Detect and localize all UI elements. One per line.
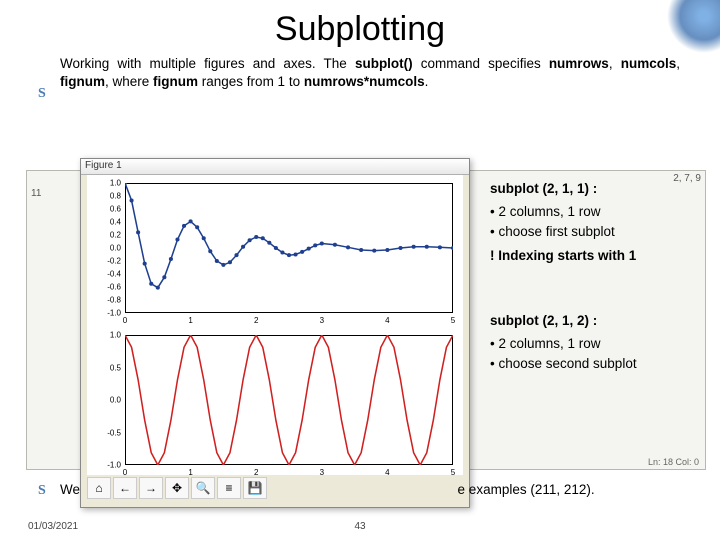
- bullet-icon: S: [38, 483, 46, 499]
- y-tick: 0.8: [99, 192, 121, 201]
- figure-titlebar: Figure 1: [81, 159, 469, 175]
- x-tick: 5: [451, 316, 455, 325]
- slide-title: Subplotting: [0, 0, 720, 55]
- para2-prefix: We: [60, 482, 80, 497]
- y-tick: 0.4: [99, 218, 121, 227]
- y-tick: -0.6: [99, 283, 121, 292]
- x-tick: 5: [451, 468, 455, 477]
- ann-subplot1-heading: subplot (2, 1, 1) :: [490, 180, 700, 198]
- ann-subplot1-row: • 2 columns, 1 row: [490, 203, 700, 221]
- para2-suffix: e examples (211, 212).: [458, 482, 595, 497]
- ann-subplot2-row: • 2 columns, 1 row: [490, 335, 700, 353]
- y-tick: -1.0: [99, 461, 121, 470]
- x-tick: 3: [320, 468, 324, 477]
- ann-subplot2-choose: • choose second subplot: [490, 355, 700, 373]
- subplot-1: -1.0-0.8-0.6-0.4-0.20.00.20.40.60.81.0 0…: [125, 183, 453, 313]
- x-tick: 1: [188, 468, 192, 477]
- bg-status: Ln: 18 Col: 0: [648, 457, 699, 467]
- y-tick: 0.2: [99, 231, 121, 240]
- y-tick: 1.0: [99, 331, 121, 340]
- x-tick: 0: [123, 468, 127, 477]
- ann-subplot1-choose: • choose first subplot: [490, 223, 700, 241]
- y-tick: 0.5: [99, 363, 121, 372]
- y-tick: 0.0: [99, 244, 121, 253]
- y-tick: -1.0: [99, 309, 121, 318]
- ann-subplot1-warn: ! Indexing starts with 1: [490, 247, 700, 265]
- subplot-2: -1.0-0.50.00.51.0 012345: [125, 335, 453, 465]
- footer-date: 01/03/2021: [28, 521, 78, 532]
- slide-footer: 01/03/2021 43: [28, 521, 692, 532]
- x-tick: 0: [123, 316, 127, 325]
- x-tick: 1: [188, 316, 192, 325]
- paragraph-1: Working with multiple figures and axes. …: [0, 55, 720, 91]
- x-tick: 3: [320, 316, 324, 325]
- bullet-icon: S: [38, 86, 46, 102]
- x-tick: 4: [385, 316, 389, 325]
- footer-page: 43: [354, 521, 365, 532]
- y-tick: -0.2: [99, 257, 121, 266]
- y-tick: 1.0: [99, 179, 121, 188]
- y-tick: -0.5: [99, 428, 121, 437]
- plot-2-svg: [125, 335, 453, 465]
- y-tick: -0.8: [99, 296, 121, 305]
- paragraph-2: We e examples (211, 212).: [60, 482, 690, 497]
- annotation-column: subplot (2, 1, 1) : • 2 columns, 1 row •…: [490, 180, 700, 381]
- x-tick: 2: [254, 316, 258, 325]
- y-tick: 0.0: [99, 396, 121, 405]
- y-tick: -0.4: [99, 270, 121, 279]
- y-tick: 0.6: [99, 205, 121, 214]
- x-tick: 2: [254, 468, 258, 477]
- x-tick: 4: [385, 468, 389, 477]
- plot-1-svg: [125, 183, 453, 313]
- ann-subplot2-heading: subplot (2, 1, 2) :: [490, 312, 700, 330]
- matplotlib-figure-window: Figure 1 -1.0 -0.8 -0.6 -0.4 -0.2 0.0 0.2 0.4 0.…: [80, 158, 470, 508]
- figure-canvas: -1.0 -0.8 -0.6 -0.4 -0.2 0.0 0.2 0.4 0.6 0.8 1.0 0…: [87, 175, 463, 475]
